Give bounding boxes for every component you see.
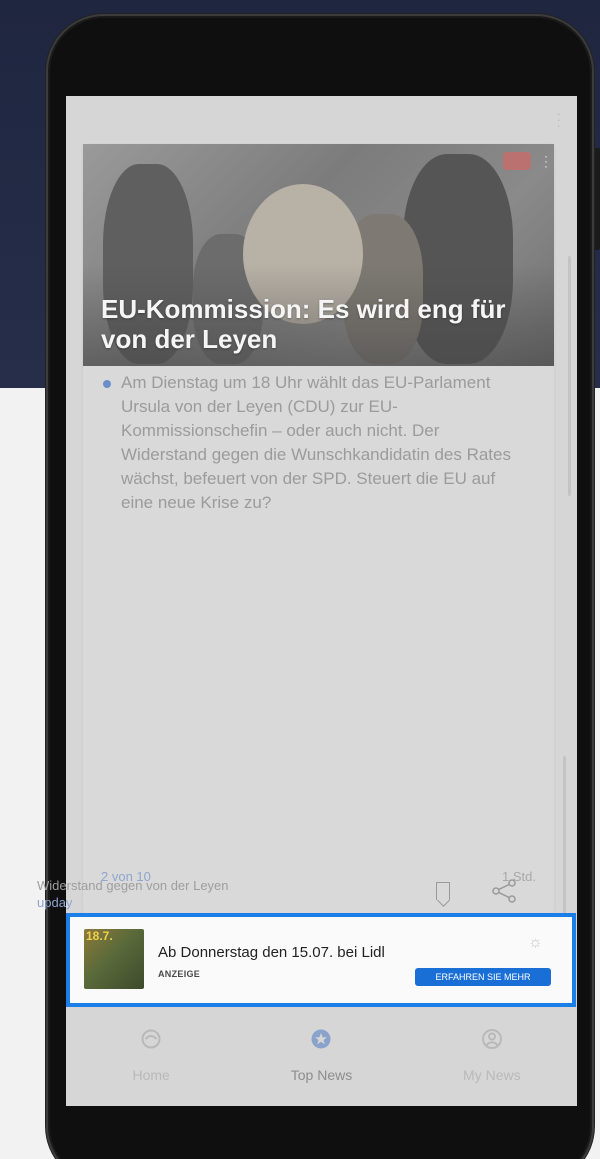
source-name[interactable]: upday (37, 895, 457, 910)
nav-label-my-news: My News (463, 1067, 521, 1083)
nav-item-my-news[interactable]: My News (417, 1010, 567, 1083)
nav-item-top-news[interactable]: Top News (246, 1010, 396, 1083)
ad-cta-button[interactable]: ERFAHREN SIE MEHR (415, 968, 551, 986)
article-summary: Am Dienstag um 18 Uhr wählt das EU-Parla… (121, 373, 511, 512)
top-news-icon (311, 1029, 331, 1049)
article-hero-image[interactable]: · · · EU-Kommission: Es wird eng für von d… (83, 144, 554, 366)
overflow-menu-icon[interactable]: · · · (556, 106, 561, 132)
article-headline: EU-Kommission: Es wird eng für von der L… (101, 294, 506, 354)
nav-label-home: Home (132, 1067, 170, 1083)
scrollbar[interactable] (568, 256, 571, 496)
nav-label-top-news: Top News (290, 1067, 353, 1083)
ad-banner[interactable]: 18.7. Ab Donnerstag den 15.07. bei Lidl … (66, 913, 576, 1007)
ad-thumbnail[interactable]: 18.7. (84, 929, 144, 989)
source-row[interactable]: Widerstand gegen von der Leyen upday (37, 878, 457, 910)
ad-label: ANZEIGE (158, 969, 201, 979)
scrollbar-lower[interactable] (563, 756, 566, 926)
status-bar (66, 96, 577, 126)
video-badge-icon (503, 152, 531, 170)
nav-item-home[interactable]: Home (76, 1010, 226, 1083)
profile-icon (481, 1029, 502, 1049)
source-title: Widerstand gegen von der Leyen (37, 878, 229, 893)
ad-settings-icon[interactable]: ☼ (528, 934, 543, 952)
home-icon (141, 1029, 161, 1049)
ad-thumb-text: 18.7. (86, 929, 113, 943)
ad-title[interactable]: Ab Donnerstag den 15.07. bei Lidl (158, 944, 385, 961)
bullet-icon (103, 380, 111, 388)
hero-more-icon[interactable]: · · · (544, 150, 548, 172)
bottom-navigation: Home Top News My News (66, 1010, 577, 1106)
share-icon[interactable] (490, 878, 518, 904)
article-card[interactable]: · · · EU-Kommission: Es wird eng für von d… (83, 144, 554, 914)
bookmark-icon[interactable] (436, 882, 450, 900)
